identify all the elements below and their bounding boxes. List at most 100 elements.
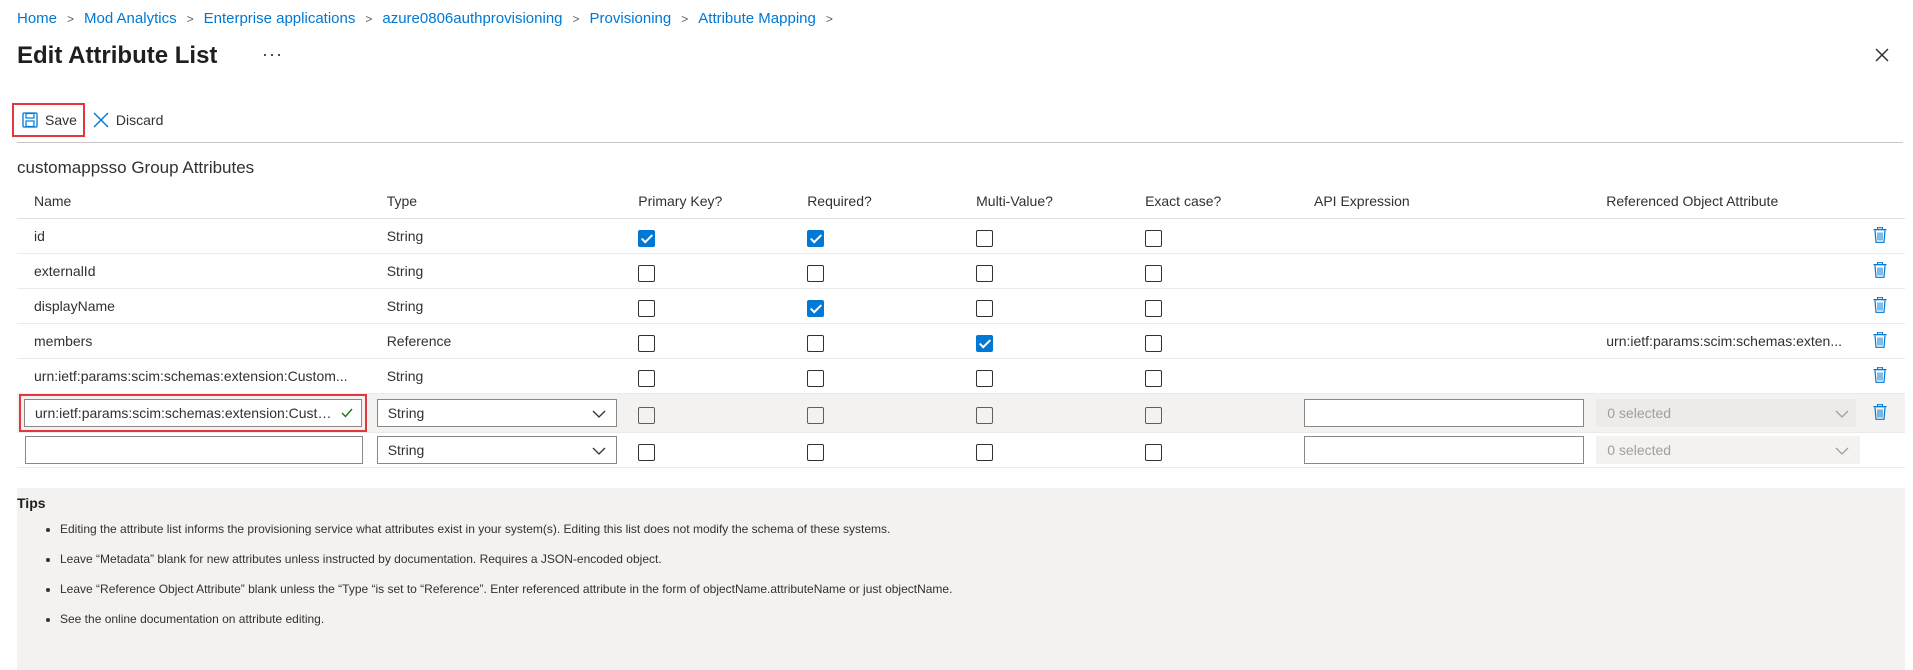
api-expression-cell — [1297, 253, 1590, 289]
api-expression-cell — [1297, 323, 1590, 359]
attribute-type: Reference — [369, 323, 622, 359]
new-name-input[interactable] — [25, 436, 363, 464]
page-title: Edit Attribute List — [17, 42, 218, 69]
primary-key-checkbox[interactable] — [638, 443, 656, 461]
exact-case-checkbox[interactable] — [1145, 369, 1163, 387]
multi-value-checkbox[interactable] — [976, 299, 994, 317]
primary-key-checkbox[interactable] — [638, 229, 656, 247]
column-header-api-expression[interactable]: API Expression — [1297, 184, 1590, 219]
column-header-actions — [1855, 184, 1905, 219]
cell-required — [790, 323, 960, 359]
type-dropdown[interactable]: String — [376, 399, 617, 427]
save-icon — [22, 112, 38, 128]
exact-case-checkbox[interactable] — [1145, 406, 1163, 424]
api-expression-cell — [1297, 288, 1590, 324]
delete-icon[interactable] — [1873, 331, 1887, 351]
breadcrumb-provisioning[interactable]: Provisioning — [590, 10, 672, 27]
table-row-new: String 0 selected — [17, 432, 1905, 468]
referenced-object-placeholder: 0 selected — [1607, 405, 1672, 421]
delete-icon[interactable] — [1873, 403, 1887, 423]
required-checkbox[interactable] — [807, 369, 825, 387]
breadcrumb-enterprise-applications[interactable]: Enterprise applications — [204, 10, 356, 27]
attribute-name: displayName — [17, 288, 370, 324]
save-label: Save — [45, 112, 77, 128]
column-header-name[interactable]: Name — [17, 184, 370, 219]
required-checkbox[interactable] — [807, 264, 825, 282]
type-dropdown[interactable]: String — [376, 436, 617, 464]
column-header-type[interactable]: Type — [369, 184, 622, 219]
exact-case-checkbox[interactable] — [1145, 229, 1163, 247]
checkmark-icon — [341, 408, 353, 418]
delete-icon[interactable] — [1873, 366, 1887, 386]
primary-key-checkbox[interactable] — [638, 369, 656, 387]
more-options-button[interactable]: ··· — [262, 44, 283, 65]
chevron-right-icon: > — [572, 11, 580, 26]
cell-primary-key — [621, 432, 791, 468]
required-checkbox[interactable] — [807, 229, 825, 247]
required-checkbox[interactable] — [807, 443, 825, 461]
tip-item: Editing the attribute list informs the p… — [60, 518, 952, 548]
primary-key-checkbox[interactable] — [638, 406, 656, 424]
type-dropdown-value: String — [387, 442, 425, 458]
multi-value-checkbox[interactable] — [976, 334, 994, 352]
attribute-table: Name Type Primary Key? Required? Multi-V… — [17, 184, 1905, 468]
cell-primary-key — [621, 253, 791, 289]
delete-icon[interactable] — [1873, 226, 1887, 246]
column-header-exact-case[interactable]: Exact case? — [1128, 184, 1297, 219]
attribute-type: String — [369, 288, 622, 324]
delete-icon[interactable] — [1873, 296, 1887, 316]
exact-case-checkbox[interactable] — [1145, 443, 1163, 461]
primary-key-checkbox[interactable] — [638, 334, 656, 352]
exact-case-checkbox[interactable] — [1145, 299, 1163, 317]
breadcrumb-home[interactable]: Home — [17, 10, 57, 27]
api-expression-input[interactable] — [1304, 399, 1584, 427]
attribute-type: String — [369, 253, 622, 289]
chevron-down-icon — [1835, 405, 1849, 421]
column-header-primary-key[interactable]: Primary Key? — [621, 184, 791, 219]
cell-primary-key — [621, 218, 791, 254]
column-header-referenced-object-attribute[interactable]: Referenced Object Attribute — [1589, 184, 1856, 219]
multi-value-checkbox[interactable] — [976, 264, 994, 282]
breadcrumb-app[interactable]: azure0806authprovisioning — [382, 10, 562, 27]
breadcrumb-mod-analytics[interactable]: Mod Analytics — [84, 10, 177, 27]
chevron-right-icon: > — [67, 11, 75, 26]
exact-case-checkbox[interactable] — [1145, 334, 1163, 352]
api-expression-input[interactable] — [1304, 436, 1584, 464]
column-header-required[interactable]: Required? — [790, 184, 960, 219]
multi-value-checkbox[interactable] — [976, 229, 994, 247]
referenced-object-dropdown[interactable]: 0 selected — [1596, 399, 1861, 427]
type-cell: String — [369, 432, 622, 468]
cell-multi-value — [959, 358, 1129, 394]
multi-value-checkbox[interactable] — [976, 406, 994, 424]
cell-exact-case — [1128, 288, 1297, 324]
cell-required — [790, 253, 960, 289]
name-field-highlight: urn:ietf:params:scim:schemas:extension:C… — [19, 394, 367, 432]
close-icon[interactable] — [1871, 44, 1893, 66]
actions-cell — [1855, 432, 1905, 468]
required-checkbox[interactable] — [807, 299, 825, 317]
multi-value-checkbox[interactable] — [976, 369, 994, 387]
cell-multi-value — [959, 323, 1129, 359]
save-button[interactable]: Save — [12, 103, 85, 137]
primary-key-checkbox[interactable] — [638, 299, 656, 317]
tip-item: Leave “Metadata” blank for new attribute… — [60, 548, 952, 578]
toolbar: Save Discard — [12, 103, 169, 137]
table-row-editing: urn:ietf:params:scim:schemas:extension:C… — [17, 393, 1905, 433]
cell-exact-case — [1128, 358, 1297, 394]
multi-value-checkbox[interactable] — [976, 443, 994, 461]
required-checkbox[interactable] — [807, 334, 825, 352]
name-input[interactable]: urn:ietf:params:scim:schemas:extension:C… — [24, 399, 362, 427]
delete-icon[interactable] — [1873, 261, 1887, 281]
section-title: customappsso Group Attributes — [17, 158, 255, 177]
discard-button[interactable]: Discard — [87, 103, 169, 137]
name-cell — [17, 432, 370, 468]
required-checkbox[interactable] — [807, 406, 825, 424]
breadcrumb-attribute-mapping[interactable]: Attribute Mapping — [698, 10, 816, 27]
column-header-multi-value[interactable]: Multi-Value? — [959, 184, 1129, 219]
cell-exact-case — [1128, 253, 1297, 289]
cell-multi-value — [959, 288, 1129, 324]
chevron-right-icon: > — [365, 11, 373, 26]
primary-key-checkbox[interactable] — [638, 264, 656, 282]
referenced-object-dropdown[interactable]: 0 selected — [1596, 436, 1861, 464]
exact-case-checkbox[interactable] — [1145, 264, 1163, 282]
